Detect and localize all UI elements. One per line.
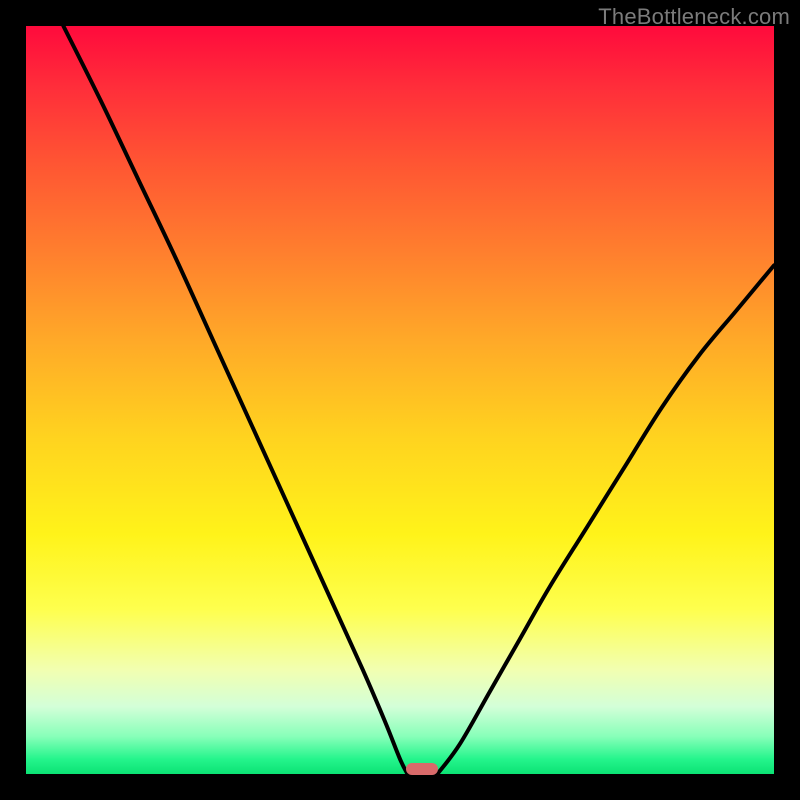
curve-right-branch bbox=[437, 265, 774, 774]
curve-left-branch bbox=[63, 26, 407, 774]
optimal-marker bbox=[406, 763, 438, 775]
bottleneck-curve bbox=[26, 26, 774, 774]
chart-plot-area bbox=[26, 26, 774, 774]
watermark-text: TheBottleneck.com bbox=[598, 4, 790, 30]
chart-frame: TheBottleneck.com bbox=[0, 0, 800, 800]
